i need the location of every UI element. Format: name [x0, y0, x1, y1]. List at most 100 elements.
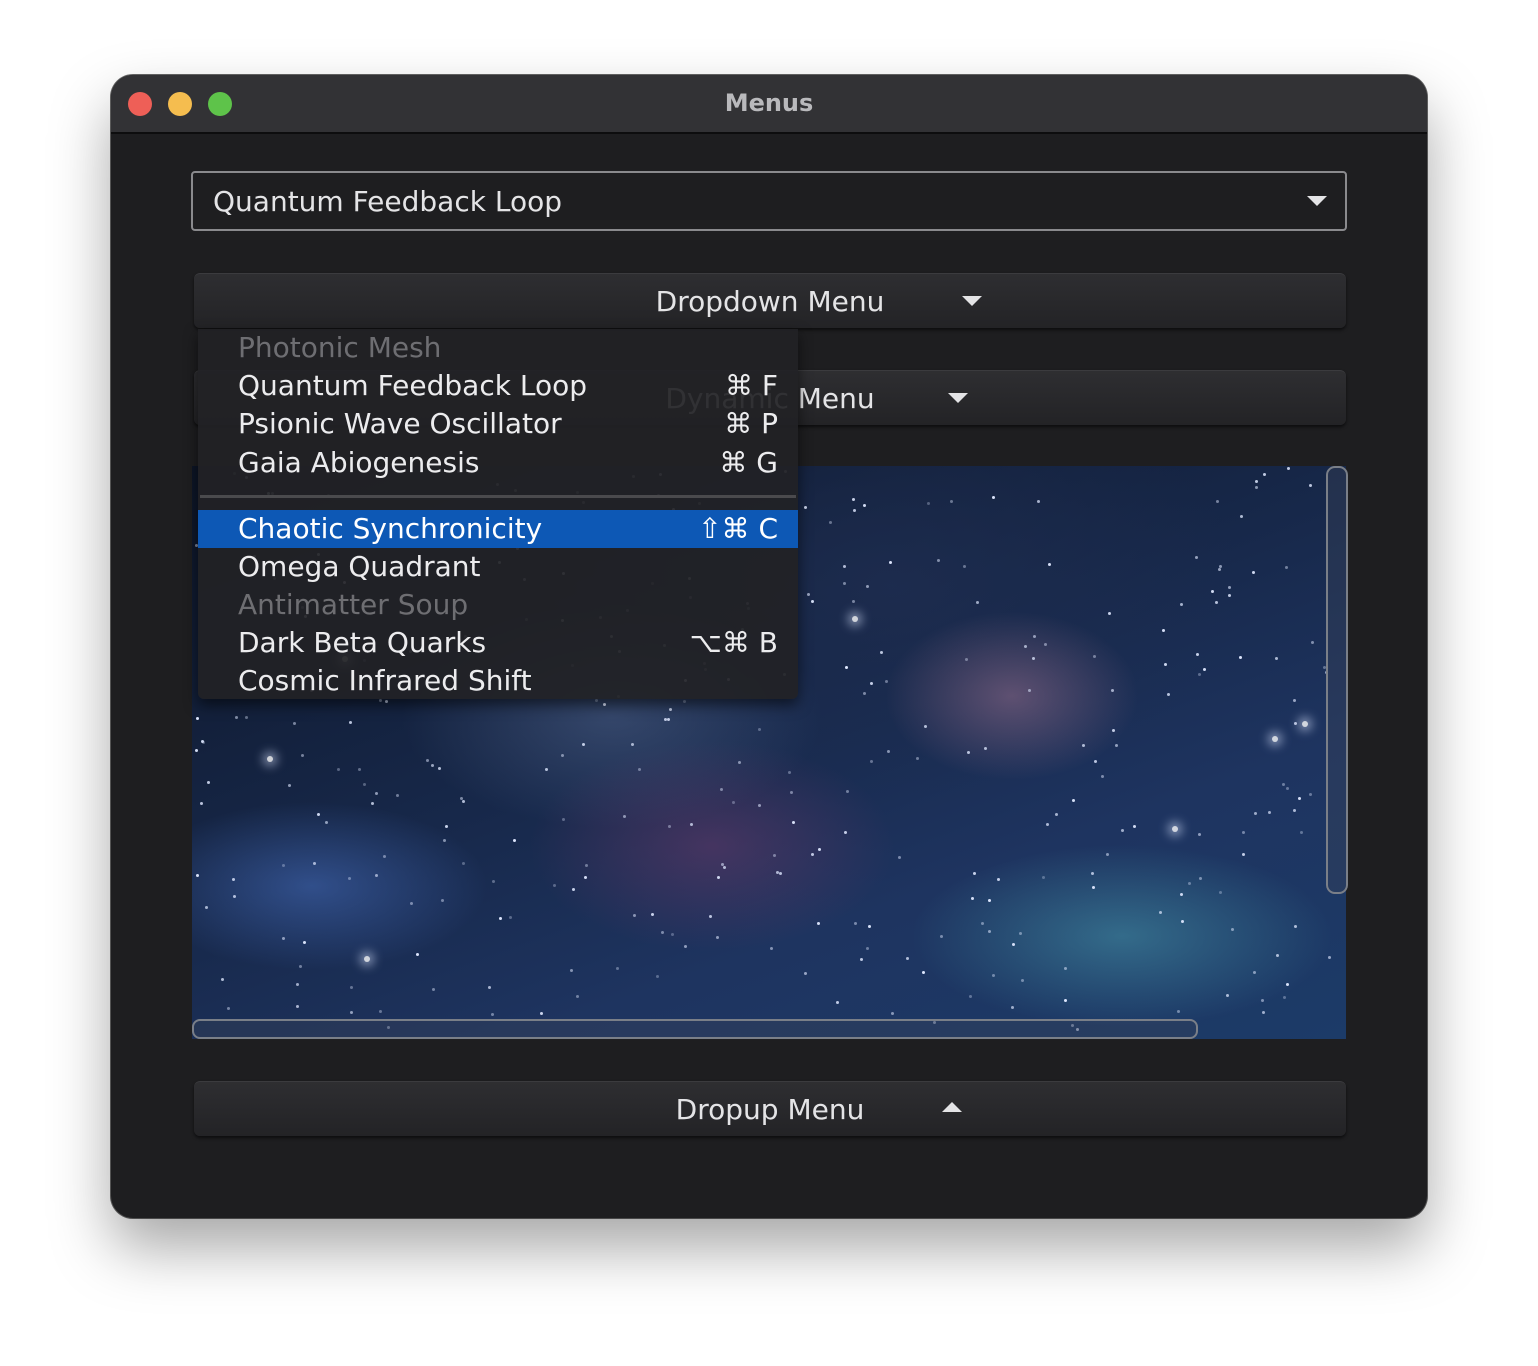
star: [866, 585, 869, 588]
star: [709, 915, 712, 918]
star: [1203, 668, 1206, 671]
star: [963, 565, 966, 568]
star: [818, 848, 821, 851]
menu-item[interactable]: Psionic Wave Oscillator ⌘ P: [198, 405, 798, 443]
star: [1228, 594, 1231, 597]
star: [385, 700, 388, 703]
star: [499, 917, 502, 920]
app-window: Menus Quantum Feedback Loop Dropdown Men…: [111, 75, 1427, 1218]
star: [638, 768, 641, 771]
menu-item-selected[interactable]: Chaotic Synchronicity ⇧⌘ C: [198, 510, 798, 548]
star: [1215, 601, 1218, 604]
star: [1252, 571, 1255, 574]
star: [720, 788, 723, 791]
dropdown-menu-label: Dropdown Menu: [655, 285, 885, 318]
star: [443, 839, 446, 842]
star: [1199, 877, 1202, 880]
star: [1024, 645, 1027, 648]
horizontal-scrollbar[interactable]: [192, 1019, 1198, 1039]
star: [844, 831, 847, 834]
menu-item[interactable]: Omega Quadrant: [198, 548, 798, 586]
window-title: Menus: [724, 89, 814, 117]
bright-star: [1302, 721, 1308, 727]
star: [891, 1012, 894, 1015]
dropdown-menu-button[interactable]: Dropdown Menu: [194, 273, 1346, 328]
vertical-scrollbar[interactable]: [1326, 466, 1348, 894]
star: [992, 496, 995, 499]
star: [585, 864, 588, 867]
star: [889, 561, 892, 564]
star: [1093, 655, 1096, 658]
star: [1255, 480, 1258, 483]
star: [348, 877, 351, 880]
star: [1198, 673, 1201, 676]
star: [445, 825, 448, 828]
star: [868, 925, 871, 928]
star: [1177, 1010, 1180, 1013]
star: [603, 703, 606, 706]
star: [337, 768, 340, 771]
star: [656, 975, 659, 978]
star: [811, 853, 814, 856]
star: [1287, 467, 1290, 470]
star: [1253, 971, 1256, 974]
star: [683, 700, 686, 703]
star: [375, 792, 378, 795]
star: [576, 995, 579, 998]
star: [1216, 500, 1219, 503]
star: [684, 945, 687, 948]
star: [723, 866, 726, 869]
star: [738, 761, 741, 764]
star: [371, 802, 374, 805]
star: [1228, 586, 1231, 589]
star: [779, 872, 782, 875]
star: [296, 1005, 299, 1008]
star: [462, 862, 465, 865]
star: [1294, 722, 1297, 725]
star: [1282, 783, 1285, 786]
menu-item[interactable]: Gaia Abiogenesis ⌘ G: [198, 444, 798, 482]
star: [383, 855, 386, 858]
star: [462, 800, 465, 803]
menu-item[interactable]: Quantum Feedback Loop ⌘ F: [198, 367, 798, 405]
bright-star: [1172, 826, 1178, 832]
star: [235, 716, 238, 719]
star: [853, 509, 856, 512]
star: [1115, 744, 1118, 747]
star: [843, 565, 846, 568]
star: [1055, 813, 1058, 816]
star: [1033, 635, 1036, 638]
star: [207, 781, 210, 784]
star: [671, 933, 674, 936]
star: [584, 876, 587, 879]
star: [1219, 891, 1222, 894]
star: [633, 914, 636, 917]
star: [1309, 484, 1312, 487]
star: [201, 740, 204, 743]
star: [716, 936, 719, 939]
star: [221, 978, 224, 981]
star: [288, 784, 291, 787]
star: [1121, 829, 1124, 832]
combo-box[interactable]: Quantum Feedback Loop: [191, 171, 1347, 231]
star: [770, 947, 773, 950]
star: [299, 965, 302, 968]
star: [992, 974, 995, 977]
star: [1011, 1006, 1014, 1009]
title-bar: Menus: [111, 75, 1427, 134]
menu-item-label: Dark Beta Quarks: [238, 626, 487, 659]
star: [1218, 568, 1221, 571]
dropup-menu-button[interactable]: Dropup Menu: [194, 1081, 1346, 1136]
menu-item[interactable]: Cosmic Infrared Shift: [198, 662, 798, 700]
star: [301, 754, 304, 757]
star: [1094, 760, 1097, 763]
star: [379, 1010, 382, 1013]
menu-item[interactable]: Dark Beta Quarks ⌥⌘ B: [198, 624, 798, 662]
star: [1106, 853, 1109, 856]
star: [570, 969, 573, 972]
menu-separator: [200, 495, 796, 498]
star: [870, 760, 873, 763]
star: [561, 754, 564, 757]
star: [350, 986, 353, 989]
star: [1032, 657, 1035, 660]
